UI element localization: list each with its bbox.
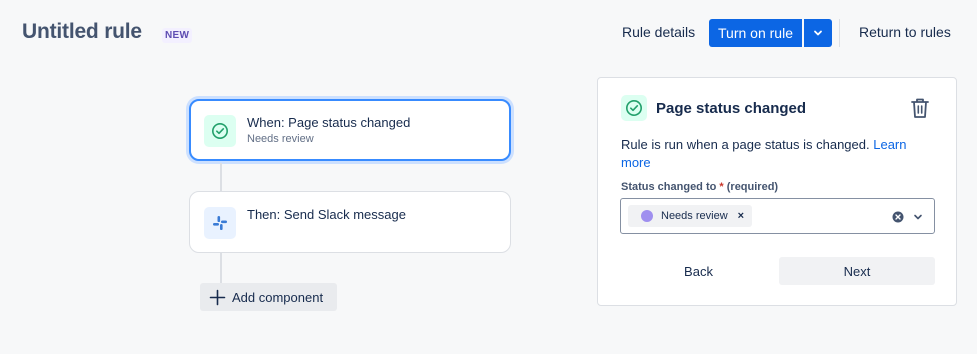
next-button[interactable]: Next — [779, 257, 935, 285]
remove-chip-icon[interactable]: × — [738, 210, 744, 222]
turn-on-options-button[interactable] — [804, 19, 832, 47]
return-to-rules-link[interactable]: Return to rules — [859, 24, 951, 44]
new-badge: NEW — [162, 28, 193, 43]
add-component-label: Add component — [232, 289, 324, 305]
flow-connector — [220, 253, 222, 285]
slack-icon — [204, 207, 236, 239]
description-text: Rule is run when a page status is change… — [621, 137, 870, 152]
selected-status-chip: Needs review × — [628, 205, 753, 227]
config-panel: Page status changed Rule is run when a p… — [597, 77, 957, 306]
trigger-card[interactable]: When: Page status changed Needs review — [189, 99, 511, 161]
required-note: (required) — [726, 181, 779, 193]
page-title: Untitled rule — [22, 20, 142, 43]
add-component-button[interactable]: Add component — [200, 283, 337, 311]
chevron-down-icon — [814, 30, 822, 36]
required-asterisk: * — [719, 181, 724, 193]
panel-description: Rule is run when a page status is change… — [621, 136, 921, 172]
turn-on-rule-button[interactable]: Turn on rule — [709, 19, 802, 47]
status-dot-icon — [641, 210, 653, 222]
selected-status-label: Needs review — [661, 210, 728, 222]
action-label: Then: Send Slack message — [247, 207, 406, 222]
check-circle-icon — [204, 115, 236, 147]
field-label-text: Status changed to — [621, 181, 717, 193]
plus-icon — [209, 289, 226, 306]
trash-icon[interactable] — [910, 97, 930, 124]
check-circle-icon — [621, 95, 647, 121]
back-button[interactable]: Back — [621, 257, 776, 285]
trigger-label: When: Page status changed — [247, 115, 411, 130]
clear-icon[interactable] — [892, 210, 904, 228]
action-card[interactable]: Then: Send Slack message — [189, 191, 511, 253]
field-label: Status changed to * (required) — [621, 181, 778, 193]
header-divider — [839, 19, 840, 47]
panel-title: Page status changed — [656, 100, 807, 117]
trigger-status: Needs review — [247, 133, 314, 145]
flow-connector — [220, 163, 222, 191]
rule-details-link[interactable]: Rule details — [622, 24, 695, 44]
chevron-down-icon[interactable] — [912, 210, 924, 228]
status-select[interactable]: Needs review × — [620, 198, 935, 234]
